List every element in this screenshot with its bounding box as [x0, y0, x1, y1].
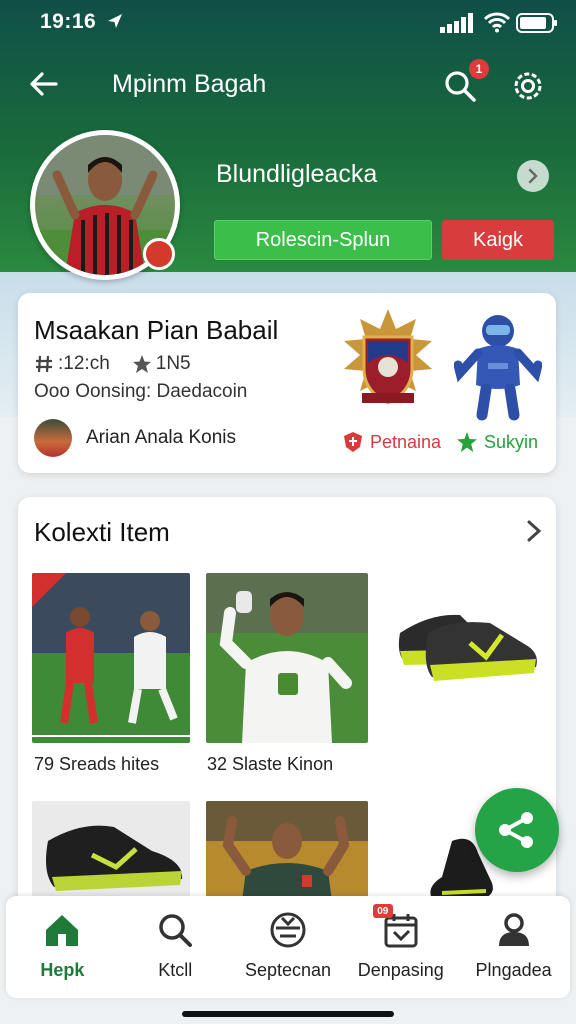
- collection-item-caption: 32 Slaste Kinon: [207, 754, 334, 774]
- back-arrow-icon[interactable]: [26, 66, 62, 102]
- football-boot-icon: [398, 614, 537, 681]
- ball-icon: [270, 912, 306, 948]
- match-photo-icon: [32, 573, 190, 743]
- collection-title: Kolexti Item: [34, 517, 170, 547]
- tag-red-button[interactable]: Petnaina: [342, 431, 441, 453]
- tag-red-label: Petnaina: [370, 431, 442, 452]
- status-time: 19:16: [40, 10, 97, 33]
- primary-action-button[interactable]: Rolescin-Splun: [214, 220, 432, 260]
- bottom-nav-item-search[interactable]: Ktcll: [119, 896, 232, 998]
- profile-chevron-button[interactable]: [517, 160, 549, 192]
- wifi-icon: [484, 12, 510, 33]
- calendar-badge: 09: [372, 904, 393, 918]
- info-stat-time-value: :12:ch: [58, 353, 110, 374]
- secondary-action-button[interactable]: Kaigk: [442, 220, 554, 260]
- share-icon: [499, 812, 533, 848]
- info-card: Msaakan Pian Babail :12:ch 1N5 Ooo Oonsi…: [18, 293, 556, 473]
- bottom-nav-label: Plngadea: [475, 960, 552, 980]
- chevron-right-icon[interactable]: [522, 517, 546, 545]
- share-fab-button[interactable]: [475, 788, 559, 872]
- status-bar: 19:16: [0, 0, 576, 48]
- collection-item-photo[interactable]: [206, 801, 368, 901]
- bottom-nav-item-calendar[interactable]: 09 Denpasing: [344, 896, 457, 998]
- battery-icon: [516, 13, 557, 33]
- collection-card: Kolexti Item 79 Sreads hites 32 Slaste K…: [18, 497, 556, 917]
- bottom-nav-item-profile[interactable]: Plngadea: [457, 896, 570, 998]
- info-card-subtitle: Ooo Oonsing: Daedacoin: [34, 381, 248, 402]
- page-title: Mpinm Bagah: [112, 70, 267, 98]
- home-indicator: [182, 1011, 394, 1017]
- chevron-right-icon: [528, 168, 538, 184]
- info-stat-time: :12:ch: [34, 353, 110, 375]
- collection-item-photo[interactable]: [32, 573, 190, 743]
- collection-item-photo[interactable]: [206, 573, 368, 743]
- bottom-nav-label: Denpasing: [357, 960, 444, 980]
- info-stat-rating-value: 1N5: [155, 353, 191, 374]
- info-stats: :12:ch 1N5: [34, 353, 191, 375]
- bottom-navigation: Hepk Ktcll Septecnan 09 Denpasing Plngad…: [6, 896, 570, 998]
- player-photo-icon: [206, 801, 368, 901]
- player-photo-icon: [206, 573, 368, 743]
- info-stat-rating: 1N5: [132, 353, 191, 375]
- collection-item-boots[interactable]: [32, 801, 190, 901]
- bottom-nav-label: Ktcll: [158, 960, 193, 980]
- search-icon: [159, 914, 193, 947]
- bottom-nav-label: Hepk: [40, 960, 85, 980]
- signal-icon: [440, 13, 473, 33]
- avatar-status-badge: [143, 238, 175, 270]
- star-icon: [457, 432, 477, 452]
- mascot-figure-icon[interactable]: [454, 309, 542, 421]
- settings-gear-icon[interactable]: [508, 66, 548, 106]
- info-card-person[interactable]: Arian Anala Konis: [34, 419, 236, 457]
- profile-name: Blundligleacka: [216, 160, 378, 188]
- person-avatar: [34, 419, 72, 457]
- tag-green-button[interactable]: Sukyin: [456, 431, 538, 453]
- home-icon: [46, 915, 79, 946]
- notification-badge: 1: [469, 59, 489, 79]
- bottom-nav-label: Septecnan: [244, 960, 332, 980]
- football-boot-icon: [32, 801, 190, 901]
- hash-icon: [36, 355, 52, 373]
- collection-item-caption: 79 Sreads hites: [34, 754, 160, 774]
- tag-green-label: Sukyin: [484, 431, 539, 452]
- star-icon: [132, 355, 151, 373]
- shield-icon: [344, 432, 362, 452]
- bottom-nav-item-ball[interactable]: Septecnan: [232, 896, 345, 998]
- location-arrow-icon: [108, 14, 122, 28]
- profile-icon: [498, 913, 529, 946]
- bottom-nav-item-home[interactable]: Hepk: [6, 896, 119, 998]
- collection-item-boots[interactable]: [390, 593, 542, 697]
- club-crest-icon[interactable]: [340, 307, 436, 417]
- person-name: Arian Anala Konis: [86, 427, 236, 448]
- info-card-title: Msaakan Pian Babail: [34, 315, 279, 345]
